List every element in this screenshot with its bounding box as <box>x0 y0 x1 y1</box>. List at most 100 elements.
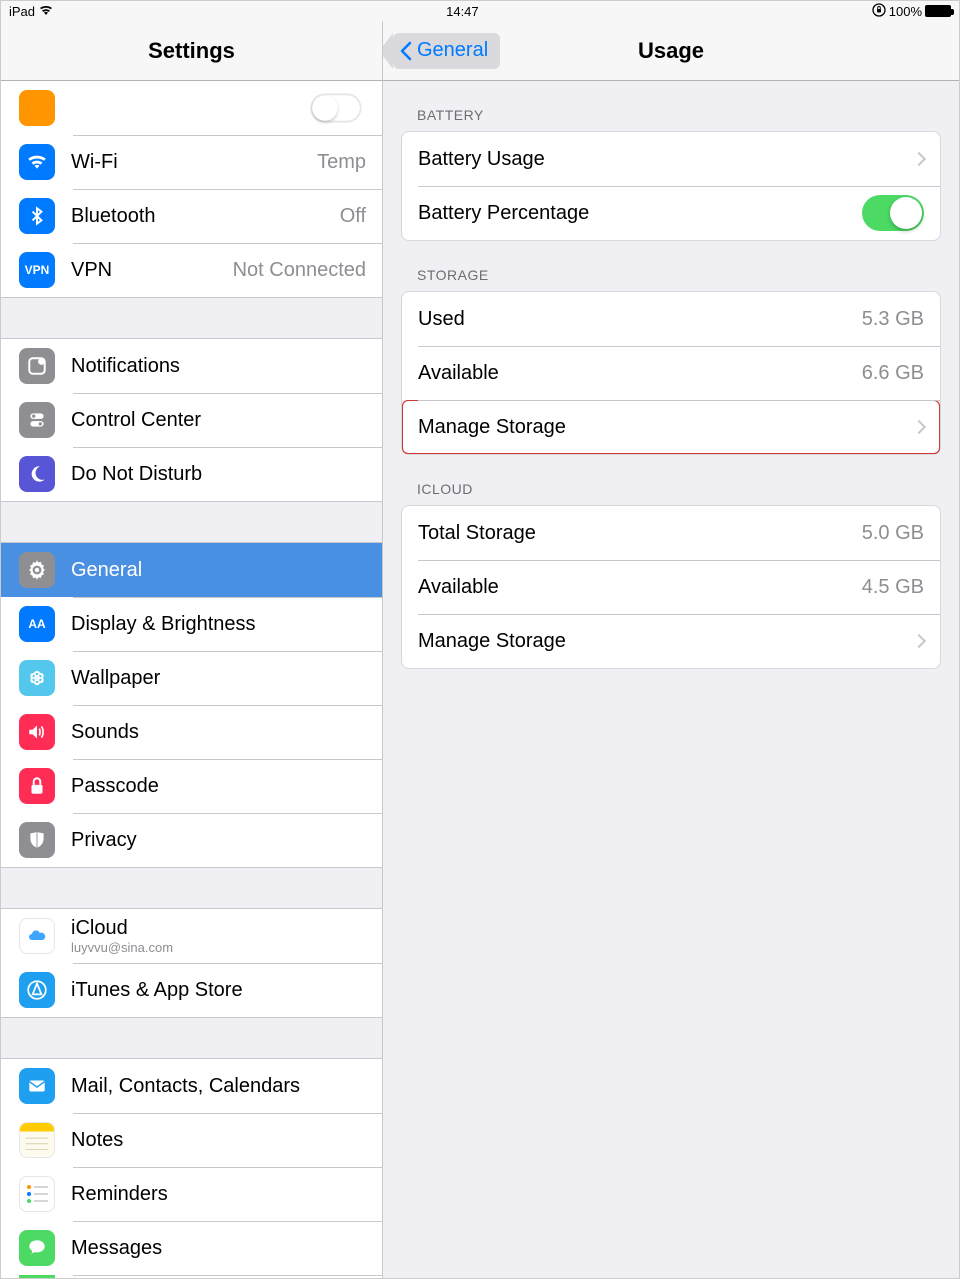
battery-percentage-row: Battery Percentage <box>402 186 940 240</box>
clock: 14:47 <box>446 4 479 19</box>
icloud-icon <box>19 918 55 954</box>
storage-used-label: Used <box>418 308 862 331</box>
passcode-label: Passcode <box>71 775 366 798</box>
privacy-label: Privacy <box>71 829 366 852</box>
icloud-manage-label: Manage Storage <box>418 630 904 653</box>
sidebar-item-privacy[interactable]: Privacy <box>1 813 382 867</box>
sidebar-item-itunes[interactable]: iTunes & App Store <box>1 963 382 1017</box>
chevron-icon <box>912 634 926 648</box>
partial-icon <box>19 1275 55 1278</box>
mail-label: Mail, Contacts, Calendars <box>71 1075 366 1098</box>
wifi-icon <box>19 144 55 180</box>
icloud-header: ICLOUD <box>383 455 959 505</box>
sidebar-item-passcode[interactable]: Passcode <box>1 759 382 813</box>
bluetooth-icon <box>19 198 55 234</box>
display-icon: AA <box>19 606 55 642</box>
lock-icon <box>19 768 55 804</box>
sidebar-item-reminders[interactable]: Reminders <box>1 1167 382 1221</box>
content-pane: General Usage BATTERY Battery Usage Batt… <box>383 21 959 1278</box>
orientation-lock-icon <box>872 3 886 20</box>
battery-percentage: 100% <box>889 4 922 19</box>
chevron-icon <box>912 152 926 166</box>
icloud-label: iCloud <box>71 917 366 940</box>
notifications-label: Notifications <box>71 355 366 378</box>
sidebar-item-vpn[interactable]: VPN VPN Not Connected <box>1 243 382 297</box>
reminders-icon <box>19 1176 55 1212</box>
sidebar-item-bluetooth[interactable]: Bluetooth Off <box>1 189 382 243</box>
sounds-label: Sounds <box>71 721 366 744</box>
content-title: Usage <box>638 38 704 64</box>
dnd-label: Do Not Disturb <box>71 463 366 486</box>
vpn-label: VPN <box>71 259 233 282</box>
airplane-icon <box>19 90 55 126</box>
control-center-label: Control Center <box>71 409 366 432</box>
sounds-icon <box>19 714 55 750</box>
sidebar-item-control-center[interactable]: Control Center <box>1 393 382 447</box>
vpn-value: Not Connected <box>233 259 366 282</box>
battery-icon <box>925 5 951 17</box>
airplane-toggle[interactable] <box>311 94 362 123</box>
icloud-available-row: Available 4.5 GB <box>402 560 940 614</box>
wallpaper-label: Wallpaper <box>71 667 366 690</box>
battery-header: BATTERY <box>383 81 959 131</box>
settings-sidebar: Settings Wi-Fi Temp <box>1 21 383 1278</box>
back-label: General <box>417 39 488 62</box>
icloud-total-label: Total Storage <box>418 522 862 545</box>
storage-header: STORAGE <box>383 241 959 291</box>
appstore-icon <box>19 972 55 1008</box>
notes-label: Notes <box>71 1129 366 1152</box>
icloud-total-row: Total Storage 5.0 GB <box>402 506 940 560</box>
back-button[interactable]: General <box>393 33 500 69</box>
sidebar-item-partial[interactable] <box>1 1275 382 1278</box>
dnd-icon <box>19 456 55 492</box>
icloud-total-value: 5.0 GB <box>862 522 924 545</box>
wifi-label: Wi-Fi <box>71 151 317 174</box>
messages-label: Messages <box>71 1237 366 1260</box>
notifications-icon <box>19 348 55 384</box>
wifi-value: Temp <box>317 151 366 174</box>
device-label: iPad <box>9 4 35 19</box>
chevron-icon <box>912 420 926 434</box>
display-label: Display & Brightness <box>71 613 366 636</box>
status-bar: iPad 14:47 100% <box>1 1 959 21</box>
sidebar-item-wifi[interactable]: Wi-Fi Temp <box>1 135 382 189</box>
sidebar-item-notes[interactable]: Notes <box>1 1113 382 1167</box>
battery-usage-label: Battery Usage <box>418 148 904 171</box>
reminders-label: Reminders <box>71 1183 366 1206</box>
sidebar-item-mail[interactable]: Mail, Contacts, Calendars <box>1 1059 382 1113</box>
icloud-group: Total Storage 5.0 GB Available 4.5 GB Ma… <box>401 505 941 669</box>
icloud-available-label: Available <box>418 576 862 599</box>
sidebar-item-display[interactable]: AA Display & Brightness <box>1 597 382 651</box>
storage-used-value: 5.3 GB <box>862 308 924 331</box>
sidebar-item-messages[interactable]: Messages <box>1 1221 382 1275</box>
messages-icon <box>19 1230 55 1266</box>
sidebar-item-general[interactable]: General <box>1 543 382 597</box>
gear-icon <box>19 552 55 588</box>
bluetooth-label: Bluetooth <box>71 205 340 228</box>
icloud-available-value: 4.5 GB <box>862 576 924 599</box>
content-navbar: General Usage <box>383 21 959 81</box>
storage-available-row: Available 6.6 GB <box>402 346 940 400</box>
battery-percentage-toggle[interactable] <box>862 195 924 231</box>
storage-available-label: Available <box>418 362 862 385</box>
sidebar-item-icloud[interactable]: iCloud luyvvu@sina.com <box>1 909 382 963</box>
sidebar-item-airplane[interactable] <box>1 81 382 135</box>
storage-available-value: 6.6 GB <box>862 362 924 385</box>
sidebar-item-notifications[interactable]: Notifications <box>1 339 382 393</box>
sidebar-title: Settings <box>148 38 235 64</box>
icloud-manage-row[interactable]: Manage Storage <box>402 614 940 668</box>
control-center-icon <box>19 402 55 438</box>
battery-percentage-label: Battery Percentage <box>418 202 862 225</box>
storage-group: Used 5.3 GB Available 6.6 GB Manage Stor… <box>401 291 941 455</box>
general-label: General <box>71 559 366 582</box>
sidebar-item-wallpaper[interactable]: Wallpaper <box>1 651 382 705</box>
sidebar-item-dnd[interactable]: Do Not Disturb <box>1 447 382 501</box>
manage-storage-label: Manage Storage <box>418 416 904 439</box>
manage-storage-row[interactable]: Manage Storage <box>402 400 940 454</box>
privacy-icon <box>19 822 55 858</box>
itunes-label: iTunes & App Store <box>71 979 366 1002</box>
battery-usage-row[interactable]: Battery Usage <box>402 132 940 186</box>
vpn-icon: VPN <box>19 252 55 288</box>
sidebar-item-sounds[interactable]: Sounds <box>1 705 382 759</box>
battery-group: Battery Usage Battery Percentage <box>401 131 941 241</box>
